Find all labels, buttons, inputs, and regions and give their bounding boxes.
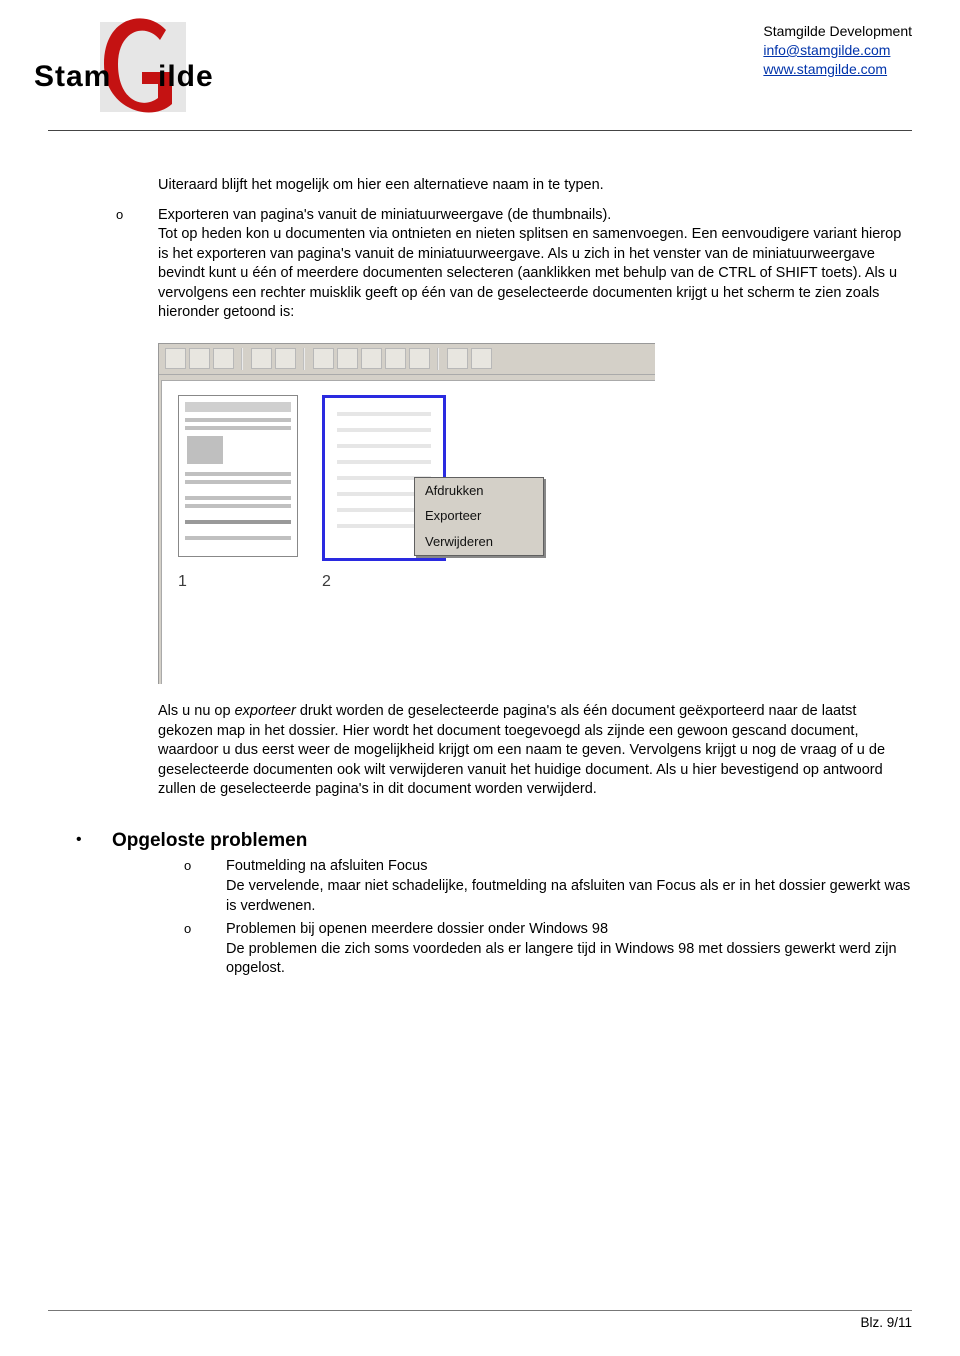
section-heading: Opgeloste problemen xyxy=(112,828,307,854)
bullet-marker: • xyxy=(76,828,112,854)
thumbnail-number-1: 1 xyxy=(178,571,187,593)
sub-title: Foutmelding na afsluiten Focus xyxy=(226,857,912,877)
list-body-text: Exporteren van pagina's vanuit de miniat… xyxy=(158,206,912,323)
toolbar-separator xyxy=(241,348,243,370)
company-name: Stamgilde Development xyxy=(763,22,912,41)
list-item: o Problemen bij openen meerdere dossier … xyxy=(184,920,912,979)
tool-icon[interactable] xyxy=(361,348,382,369)
thumbnail-1[interactable] xyxy=(178,395,298,557)
header-info: Stamgilde Development info@stamgilde.com… xyxy=(763,22,912,79)
zoom-out-icon[interactable] xyxy=(471,348,492,369)
thumbnail-canvas: 1 2 Afdrukken Exporteer Verwijderen xyxy=(161,380,655,684)
list-marker: o xyxy=(184,857,226,916)
arrow-left-icon[interactable] xyxy=(251,348,272,369)
toolbar-separator xyxy=(437,348,439,370)
email-link[interactable]: info@stamgilde.com xyxy=(763,42,890,58)
logo-text-right: ilde xyxy=(158,60,214,94)
tool-icon[interactable] xyxy=(313,348,334,369)
list-marker: o xyxy=(184,920,226,979)
list-item: o Foutmelding na afsluiten Focus De verv… xyxy=(184,857,912,916)
list-item-export: o Exporteren van pagina's vanuit de mini… xyxy=(116,206,912,331)
sub-title: Problemen bij openen meerdere dossier on… xyxy=(226,920,912,940)
tool-icon[interactable] xyxy=(385,348,406,369)
page-content: Uiteraard blijft het mogelijk om hier ee… xyxy=(48,132,912,979)
solved-problems-list: o Foutmelding na afsluiten Focus De verv… xyxy=(116,857,912,978)
list-marker: o xyxy=(116,206,158,331)
page-header: Stam ilde Stamgilde Development info@sta… xyxy=(48,22,912,132)
sub-body: De problemen die zich soms voordeden als… xyxy=(226,940,912,979)
text: Als u nu op xyxy=(158,703,235,719)
thumbnail-number-2: 2 xyxy=(322,571,331,593)
page-number: Blz. 9/11 xyxy=(48,1315,912,1330)
tool-icon[interactable] xyxy=(409,348,430,369)
context-menu-delete[interactable]: Verwijderen xyxy=(415,529,543,555)
website-link[interactable]: www.stamgilde.com xyxy=(763,61,887,77)
tool-icon[interactable] xyxy=(213,348,234,369)
tool-icon[interactable] xyxy=(165,348,186,369)
logo: Stam ilde xyxy=(40,22,240,112)
section-heading-row: • Opgeloste problemen xyxy=(76,828,912,854)
embedded-screenshot: 1 2 Afdrukken Exporteer Verwijderen xyxy=(158,343,912,684)
page-footer: Blz. 9/11 xyxy=(48,1310,912,1330)
sub-body: De vervelende, maar niet schadelijke, fo… xyxy=(226,877,912,916)
spacer xyxy=(116,702,158,808)
text-emphasis: exporteer xyxy=(235,703,296,719)
export-explanation: Als u nu op exporteer drukt worden de ge… xyxy=(158,702,912,800)
tool-icon[interactable] xyxy=(189,348,210,369)
tool-icon[interactable] xyxy=(337,348,358,369)
arrow-right-icon[interactable] xyxy=(275,348,296,369)
context-menu-print[interactable]: Afdrukken xyxy=(415,478,543,504)
logo-text-left: Stam xyxy=(34,60,111,94)
zoom-in-icon[interactable] xyxy=(447,348,468,369)
thumbnail-toolbar xyxy=(159,344,655,375)
context-menu-export[interactable]: Exporteer xyxy=(415,503,543,529)
header-rule xyxy=(48,130,912,131)
intro-line: Uiteraard blijft het mogelijk om hier ee… xyxy=(158,176,912,196)
footer-rule xyxy=(48,1310,912,1311)
para-after-figure: Als u nu op exporteer drukt worden de ge… xyxy=(116,702,912,808)
toolbar-separator xyxy=(303,348,305,370)
context-menu: Afdrukken Exporteer Verwijderen xyxy=(414,477,544,556)
